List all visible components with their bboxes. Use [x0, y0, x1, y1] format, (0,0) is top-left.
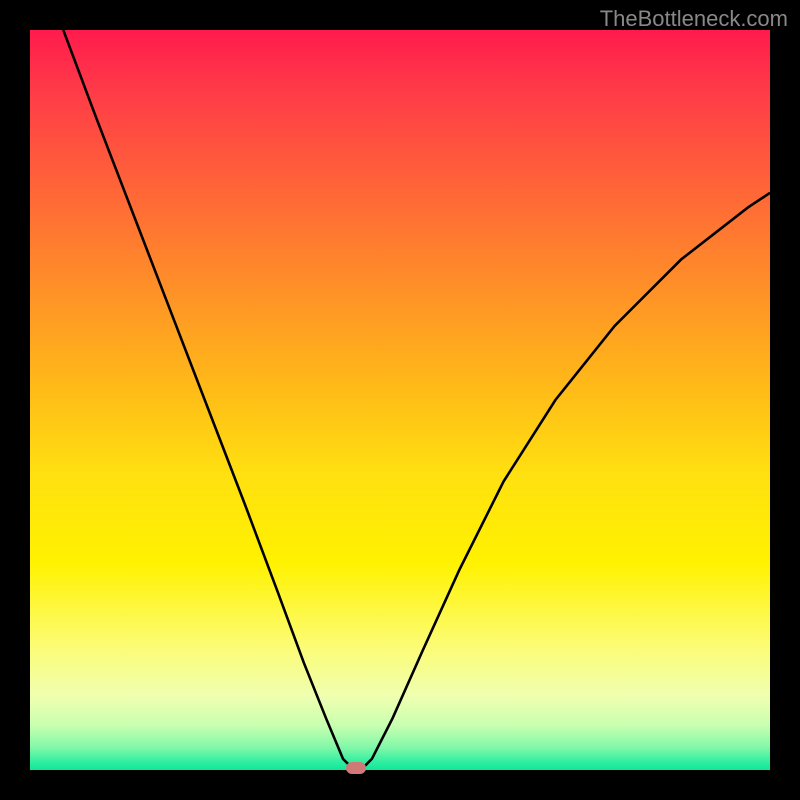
plot-area: [30, 30, 770, 770]
bottleneck-curve: [30, 30, 770, 770]
optimum-marker: [346, 762, 366, 774]
watermark-text: TheBottleneck.com: [600, 6, 788, 32]
